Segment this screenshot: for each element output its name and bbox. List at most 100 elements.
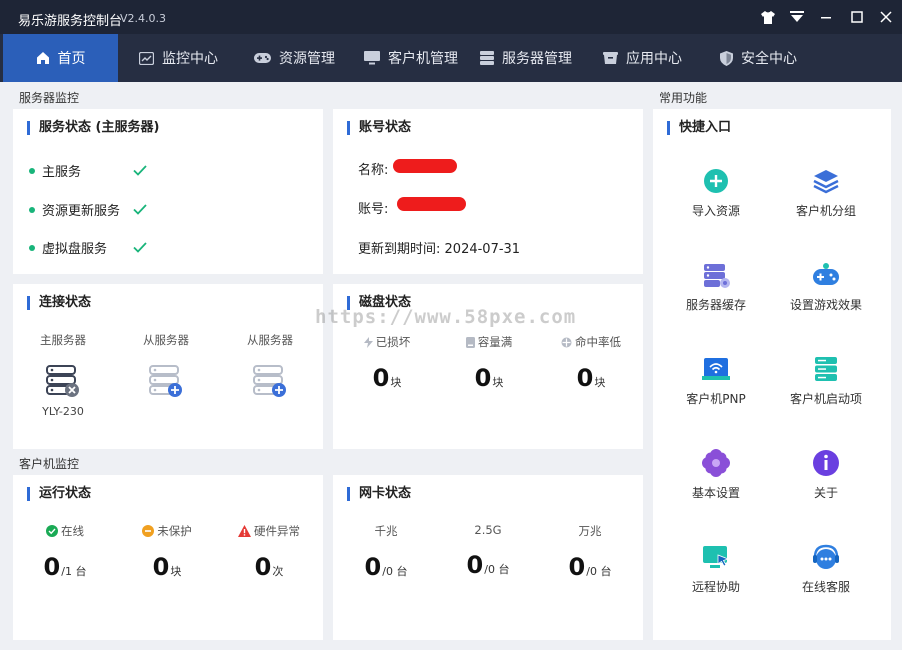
- stat-label: 2.5G: [474, 523, 502, 537]
- quick-label: 客户机启动项: [789, 392, 862, 406]
- account-status-card: 账号状态 名称: 账号: 更新到期时间: 2024-07-31: [333, 109, 643, 274]
- quick-label: 远程协助: [691, 580, 740, 594]
- quick-client-pnp[interactable]: 客户机PNP: [657, 355, 775, 407]
- add-server-icon: [253, 365, 286, 397]
- quick-client-groups[interactable]: 客户机分组: [767, 167, 885, 219]
- quick-server-cache[interactable]: 服务器缓存: [657, 261, 775, 313]
- title-bar: 易乐游服务控制台 V2.4.0.3: [0, 0, 902, 34]
- lightning-icon: [363, 336, 373, 348]
- card-title: 运行状态: [27, 487, 91, 501]
- quick-online-support[interactable]: 在线客服: [767, 543, 885, 595]
- main-nav: 首页 监控中心 资源管理 客户机管理 服务器管理 应用中心 安全中心: [0, 34, 902, 82]
- quick-label: 服务器缓存: [685, 298, 746, 312]
- redacted-name: [393, 159, 457, 173]
- nav-resources[interactable]: 资源管理: [254, 34, 335, 82]
- minimize-icon[interactable]: [816, 7, 836, 27]
- run-stat-online[interactable]: 在线 0/1 台: [15, 523, 115, 581]
- skin-icon[interactable]: [758, 7, 778, 27]
- stat-label: 未保护: [157, 524, 192, 538]
- service-row: 资源更新服务: [29, 200, 147, 219]
- add-server-icon: [149, 365, 182, 397]
- quick-client-startup[interactable]: 客户机启动项: [767, 355, 885, 407]
- card-title: 快捷入口: [667, 121, 731, 135]
- nav-label: 监控中心: [162, 51, 218, 67]
- check-icon: [133, 242, 147, 253]
- unprotected-minus-icon: [142, 525, 155, 537]
- quick-label: 客户机PNP: [686, 392, 746, 406]
- quick-game-effects[interactable]: 设置游戏效果: [767, 261, 885, 313]
- stat-value: 0: [474, 364, 492, 392]
- warning-icon: [238, 525, 251, 537]
- run-stat-unprotected[interactable]: 未保护 0块: [117, 523, 217, 581]
- expire-date: 2024-07-31: [444, 242, 521, 257]
- quick-import-resource[interactable]: 导入资源: [657, 167, 775, 219]
- server-role: 从服务器: [143, 333, 189, 347]
- quick-label: 客户机分组: [795, 204, 856, 218]
- service-row: 主服务: [29, 161, 147, 180]
- server-name: YLY-230: [42, 405, 84, 418]
- quick-about[interactable]: 关于: [767, 449, 885, 501]
- game-settings-icon: [813, 263, 839, 285]
- stat-label: 硬件异常: [254, 524, 300, 538]
- quick-label: 导入资源: [691, 204, 740, 218]
- quick-label: 在线客服: [801, 580, 850, 594]
- server-node-slave[interactable]: 从服务器: [116, 332, 216, 405]
- service-name: 主服务: [42, 165, 82, 180]
- maximize-icon[interactable]: [847, 7, 867, 27]
- menu-dropdown-icon[interactable]: [787, 7, 807, 27]
- nav-security[interactable]: 安全中心: [720, 34, 797, 82]
- run-stat-hardware-error[interactable]: 硬件异常 0次: [219, 523, 319, 581]
- nav-monitor[interactable]: 监控中心: [139, 34, 218, 82]
- stat-unit: /1 台: [61, 565, 87, 578]
- remote-assist-icon: [703, 546, 730, 568]
- stat-value: 0: [576, 364, 594, 392]
- account-id-label: 账号:: [358, 202, 389, 217]
- nav-label: 首页: [57, 51, 86, 67]
- server-offline-icon: [46, 365, 79, 397]
- section-common-functions: 常用功能: [659, 91, 708, 105]
- stat-unit: /0 台: [484, 563, 510, 576]
- nav-apps[interactable]: 应用中心: [603, 34, 682, 82]
- nic-status-card: 网卡状态 千兆 0/0 台 2.5G 0/0 台 万兆 0/0 台: [333, 475, 643, 640]
- startup-icon: [815, 357, 837, 381]
- monitor-icon: [364, 51, 380, 65]
- import-resource-icon: [704, 169, 728, 193]
- service-name: 资源更新服务: [42, 204, 121, 219]
- online-check-icon: [46, 525, 58, 537]
- home-icon: [36, 52, 49, 64]
- close-icon[interactable]: [876, 7, 896, 27]
- stat-unit: 块: [170, 565, 182, 578]
- nav-label: 应用中心: [626, 51, 682, 67]
- quick-access-card: 快捷入口 导入资源 客户机分组 服务器缓存 设置游戏效果 客户机PNP 客户机启…: [653, 109, 891, 640]
- disk-status-card: 磁盘状态 已损坏 0块 容量满 0块 命中率低 0块: [333, 284, 643, 449]
- app-version: V2.4.0.3: [120, 12, 167, 25]
- quick-remote-assist[interactable]: 远程协助: [657, 543, 775, 595]
- nic-stat-gigabit: 千兆 0/0 台: [336, 523, 436, 581]
- stat-value: 0: [43, 553, 61, 581]
- section-client-monitor: 客户机监控: [19, 457, 80, 471]
- nic-stat-10g: 万兆 0/0 台: [540, 523, 640, 581]
- section-server-monitor: 服务器监控: [19, 91, 80, 105]
- layers-icon: [813, 170, 839, 194]
- stat-value: 0: [568, 553, 586, 581]
- quick-basic-settings[interactable]: 基本设置: [657, 449, 775, 501]
- card-title: 磁盘状态: [347, 296, 411, 310]
- target-icon: [561, 337, 572, 347]
- stat-unit: /0 台: [586, 565, 612, 578]
- stat-value: 0: [364, 553, 382, 581]
- connection-status-card: 连接状态 主服务器 YLY-230 从服务器 从服务器: [13, 284, 323, 449]
- server-node-main[interactable]: 主服务器 YLY-230: [13, 332, 113, 418]
- status-dot: [29, 244, 35, 251]
- card-title: 连接状态: [27, 296, 91, 310]
- nav-servers[interactable]: 服务器管理: [480, 34, 572, 82]
- stat-value: 0: [372, 364, 390, 392]
- disk-stat-damaged: 已损坏 0块: [337, 334, 437, 392]
- disk-stat-full: 容量满 0块: [439, 334, 539, 392]
- server-node-slave[interactable]: 从服务器: [220, 332, 320, 405]
- nav-label: 资源管理: [279, 51, 335, 67]
- chat-support-icon: [813, 544, 839, 569]
- redacted-account: [397, 197, 466, 211]
- nav-clients[interactable]: 客户机管理: [364, 34, 458, 82]
- nav-home[interactable]: 首页: [3, 34, 118, 82]
- quick-label: 设置游戏效果: [789, 298, 862, 312]
